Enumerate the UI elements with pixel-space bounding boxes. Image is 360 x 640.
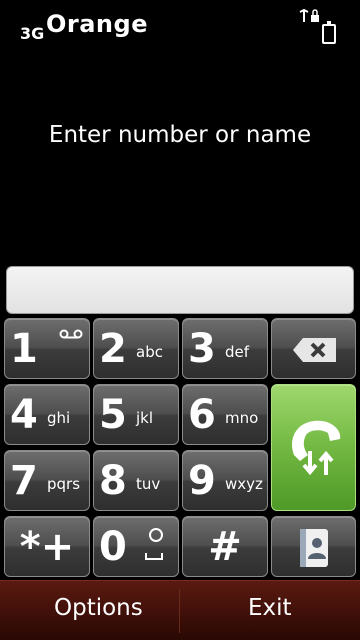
voicemail-icon [59,329,83,339]
key-letters: pqrs [47,475,81,493]
key-letters: wxyz [225,475,263,493]
key-letters: abc [136,343,163,361]
key-letters: tuv [136,475,161,493]
call-button[interactable] [271,384,356,511]
exit-button[interactable]: Exit [248,595,292,621]
key-6[interactable]: 6 mno [182,384,268,445]
key-letters: ghi [47,409,71,427]
key-digit: 7 [10,458,38,504]
signal-icon [299,8,319,22]
status-bar: 3G Orange [0,0,360,52]
key-4[interactable]: 4 ghi [4,384,90,445]
key-digit: 8 [99,458,127,504]
key-9[interactable]: 9 wxyz [182,450,268,511]
contacts-button[interactable] [271,516,356,577]
key-3[interactable]: 3 def [182,318,268,379]
key-1[interactable]: 1 [4,318,90,379]
backspace-icon [293,338,336,362]
operator-name: Orange [46,10,148,38]
key-digit: 3 [188,326,216,372]
key-0[interactable]: 0 [93,516,179,577]
key-digit: 9 [188,458,216,504]
key-8[interactable]: 8 tuv [93,450,179,511]
key-digit: 2 [99,326,127,372]
key-star-plus[interactable]: *+ [4,516,90,577]
space-icon [145,528,163,560]
key-7[interactable]: 7 pqrs [4,450,90,511]
network-type: 3G [20,24,45,43]
key-digit: *+ [19,523,75,570]
key-digit: 4 [10,392,38,438]
softkey-bar: Options Exit [0,580,360,640]
key-letters: def [225,343,250,361]
options-button[interactable]: Options [54,595,143,621]
dial-keypad: 1 2 abc 3 def 4 ghi 5 jkl 6 mno 7 pqrs 8… [0,318,360,580]
key-digit: 5 [99,392,127,438]
key-letters: mno [225,409,259,427]
key-digit: # [208,523,242,570]
battery-icon [322,21,336,44]
key-hash[interactable]: # [182,516,268,577]
contacts-icon [300,529,328,567]
key-letters: jkl [136,409,154,427]
number-input[interactable] [6,266,354,314]
softkey-divider [179,589,180,633]
call-icon [292,420,341,476]
delete-button[interactable] [271,318,356,379]
key-5[interactable]: 5 jkl [93,384,179,445]
key-digit: 0 [99,524,127,570]
dialer-prompt: Enter number or name [48,122,312,148]
key-2[interactable]: 2 abc [93,318,179,379]
key-digit: 1 [10,326,38,372]
key-digit: 6 [188,392,216,438]
